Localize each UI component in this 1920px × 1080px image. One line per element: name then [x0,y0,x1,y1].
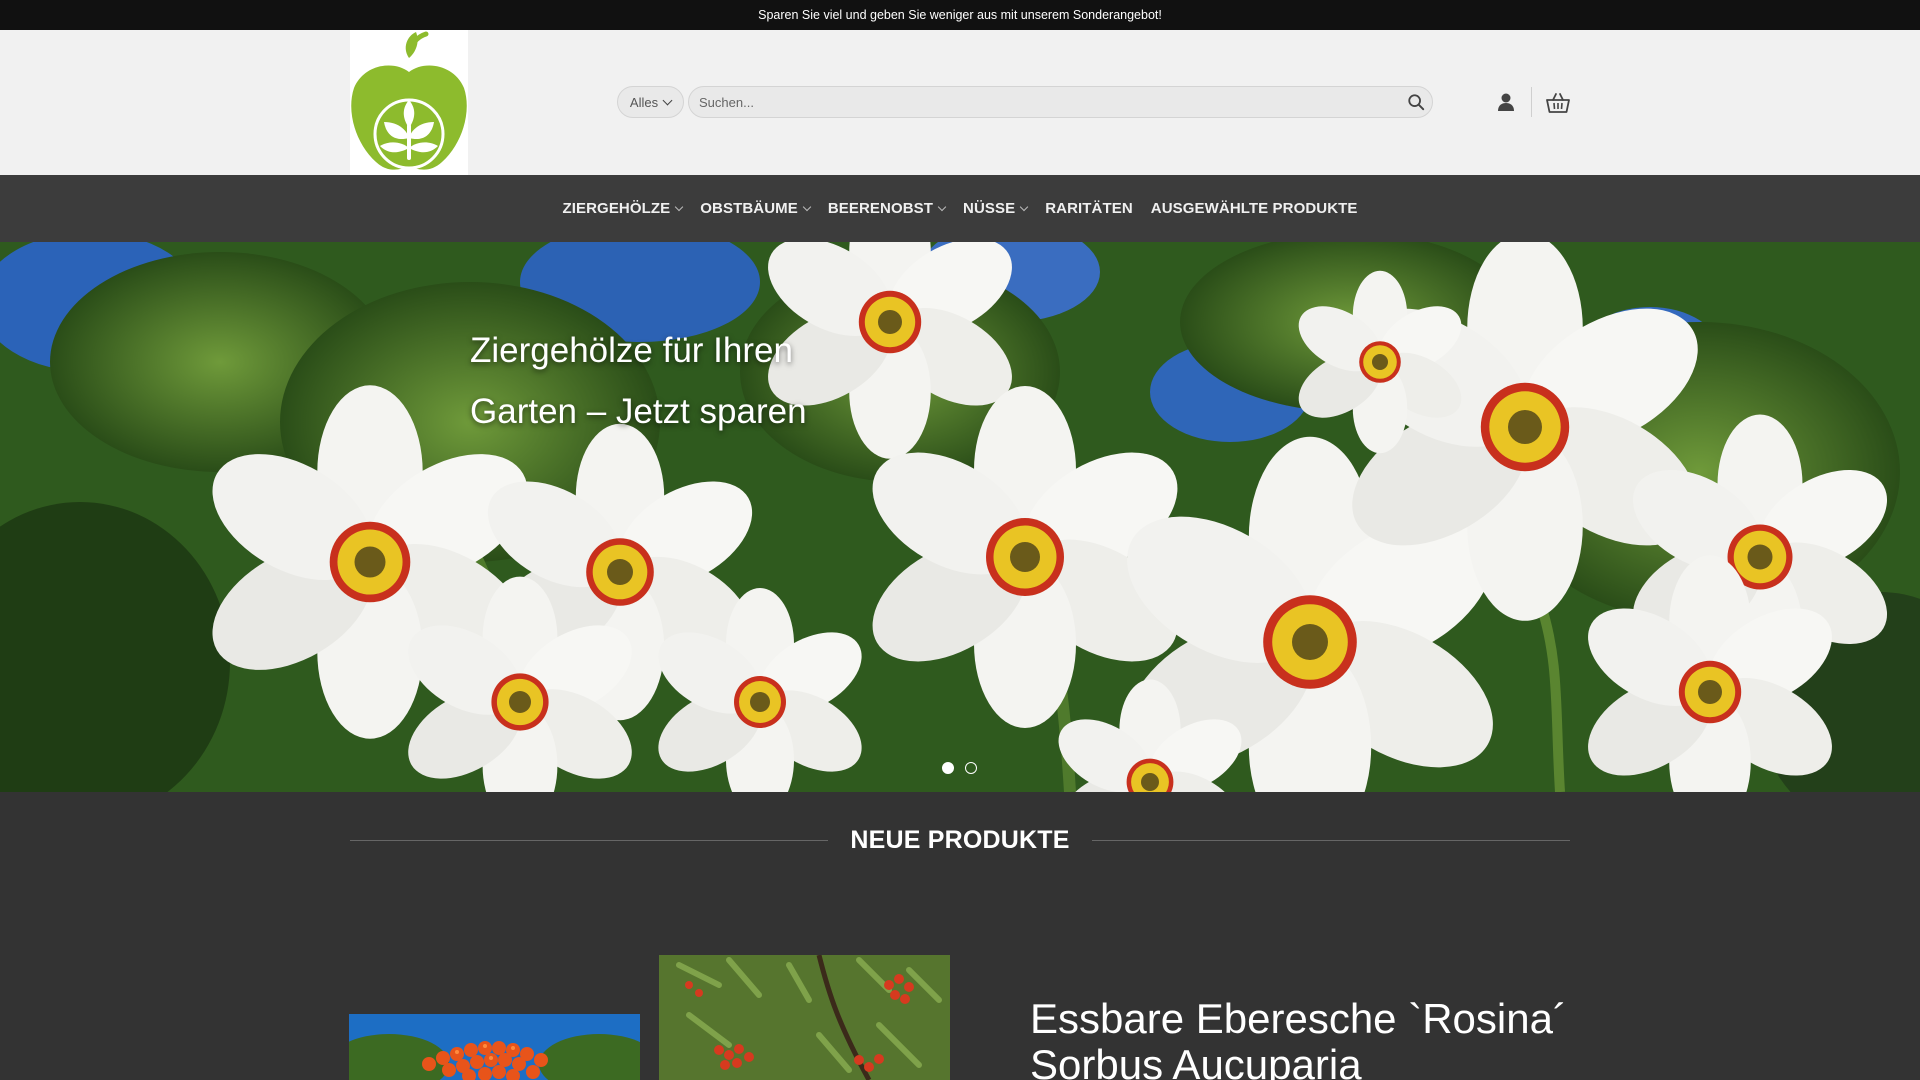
hero-slider[interactable]: Ziergehölze für Ihren Garten – Jetzt spa… [0,242,1920,792]
product-image-main[interactable] [349,1014,640,1080]
nav-item-label: NÜSSE [963,200,1016,217]
nav-item-ziergehoelze[interactable]: ZIERGEHÖLZE [562,200,684,217]
product-title-line1: Essbare Eberesche `Rosina´ [1030,995,1567,1042]
nav-item-label: ZIERGEHÖLZE [562,200,671,217]
hero-headline-line1: Ziergehölze für Ihren [470,331,793,370]
site-logo[interactable] [350,30,468,175]
apple-tree-logo-icon [351,31,467,170]
nav-item-label: BEERENOBST [827,200,934,217]
chevron-down-icon [802,202,812,211]
section-divider-right [1091,839,1571,841]
product-title-line2: Sorbus Aucuparia [1030,1041,1362,1080]
product-image-rowan-branch [659,955,950,1080]
nav-item-label: AUSGEWÄHLTE PRODUKTE [1150,200,1358,217]
cart-icon[interactable] [1546,92,1570,114]
nav-item-label: RARITÄTEN [1045,200,1133,217]
hero-headline-line2: Garten – Jetzt sparen [470,392,807,431]
product-image-rowan-berries [349,1014,640,1080]
chevron-down-icon [1019,202,1029,211]
search-input[interactable] [688,86,1433,118]
hero-headline: Ziergehölze für Ihren Garten – Jetzt spa… [470,320,830,442]
slider-dot-2[interactable] [965,762,977,774]
search-icon[interactable] [1407,93,1425,111]
search-category-select[interactable]: Alles [617,86,684,118]
chevron-down-icon [675,202,684,211]
nav-item-ausgewaehlte-produkte[interactable]: AUSGEWÄHLTE PRODUKTE [1151,200,1358,217]
nav-item-raritaeten[interactable]: RARITÄTEN [1045,200,1133,217]
nav-item-label: OBSTBÄUME [700,200,798,217]
search-category-label: Alles [629,94,659,110]
site-header: Alles [0,30,1920,175]
main-nav: ZIERGEHÖLZE OBSTBÄUME BEERENOBST NÜSSE R… [0,175,1920,242]
section-title: NEUE PRODUKTE [850,825,1070,854]
product-title[interactable]: Essbare Eberesche `Rosina´ Sorbus Aucupa… [1030,996,1590,1080]
announcement-text: Sparen Sie viel und geben Sie weniger au… [758,8,1162,22]
nav-item-beerenobst[interactable]: BEERENOBST [827,200,947,217]
product-image-secondary[interactable] [659,955,950,1080]
search-bar: Alles [617,85,1433,118]
hero-image-narcissus [0,242,1920,792]
section-heading: NEUE PRODUKTE [350,822,1571,858]
slider-dot-1[interactable] [942,762,954,774]
slider-dots [942,762,977,774]
section-divider-left [350,839,829,841]
chevron-down-icon [662,95,673,105]
header-divider [1531,87,1532,117]
user-icon[interactable] [1496,92,1516,112]
announcement-bar: Sparen Sie viel und geben Sie weniger au… [0,0,1920,30]
chevron-down-icon [937,202,947,211]
nav-item-nuesse[interactable]: NÜSSE [963,200,1029,217]
nav-item-obstbaeume[interactable]: OBSTBÄUME [700,200,812,217]
